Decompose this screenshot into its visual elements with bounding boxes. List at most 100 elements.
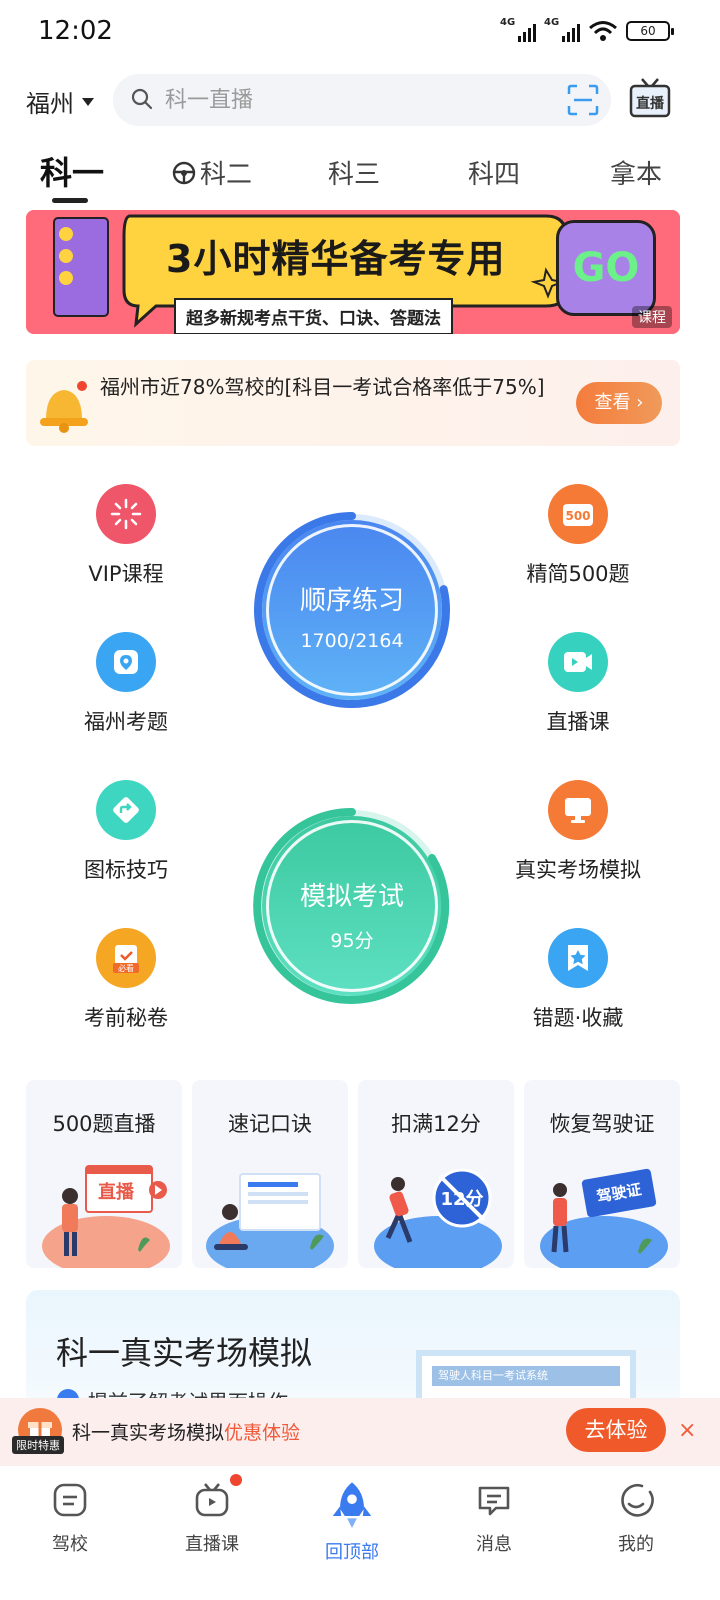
simplified-500-label: 精简500题 (526, 562, 630, 586)
vip-course-label: VIP课程 (88, 562, 164, 586)
exam-score: 95分 (330, 930, 374, 952)
banner[interactable]: 3小时精华备考专用 超多新规考点干货、口诀、答题法 GO 课程 (26, 210, 680, 334)
live-illustration: 直播 (42, 1165, 170, 1268)
nav-back-to-top-label: 回顶部 (325, 1542, 379, 1563)
caret-down-icon (82, 97, 94, 106)
banner-title: 3小时精华备考专用 (166, 237, 506, 281)
license-illustration: 驾驶证 (540, 1168, 668, 1268)
mnemonics-illustration (206, 1173, 334, 1268)
signal-icon: 4G (500, 17, 536, 42)
video-icon (548, 632, 608, 692)
network-type: 4G (500, 17, 516, 28)
nav-back-to-top[interactable]: 回顶部 (302, 1480, 402, 1564)
banner-tag: 课程 (632, 306, 672, 328)
nav-driving-school[interactable]: 驾校 (20, 1480, 120, 1556)
network-type-2: 4G (544, 17, 560, 28)
nav-messages[interactable]: 消息 (444, 1480, 544, 1556)
offer-text-main: 科一真实考场模拟 (72, 1422, 225, 1444)
promo-screen-text: 驾驶人科目一考试系统 (432, 1366, 620, 1386)
notification-dot (230, 1474, 242, 1486)
simplified-500[interactable]: 500 精简500题 (498, 484, 658, 588)
local-questions-label: 福州考题 (84, 710, 168, 734)
sign-tips[interactable]: 图标技巧 (46, 780, 206, 884)
search-icon (131, 88, 153, 110)
secret-papers-label: 考前秘卷 (84, 1006, 168, 1030)
real-exam-sim-label: 真实考场模拟 (515, 858, 641, 882)
card-mnemonics-title: 速记口诀 (228, 1112, 312, 1136)
live-course[interactable]: 直播课 (498, 632, 658, 736)
live-label: 直播 (636, 95, 665, 112)
search-input[interactable] (165, 74, 545, 126)
message-icon (478, 1486, 510, 1516)
status-time: 12:02 (38, 16, 113, 46)
local-questions[interactable]: 福州考题 (46, 632, 206, 736)
points-illustration: 12分 (374, 1168, 502, 1268)
nav-profile[interactable]: 我的 (586, 1480, 686, 1556)
card-12-points[interactable]: 扣满12分 12分 (358, 1080, 514, 1268)
card-12-points-title: 扣满12分 (391, 1112, 481, 1136)
pass-rate-notice[interactable]: 福州市近78%驾校的[科目一考试合格率低于75%] 查看 › (26, 360, 680, 446)
mock-exam[interactable]: 模拟考试 95分 (252, 806, 452, 1006)
card-restore-license[interactable]: 恢复驾驶证 驾驶证 (524, 1080, 680, 1268)
steering-wheel-icon (172, 161, 196, 184)
star-bookmark-icon (548, 928, 608, 988)
offer-badge: 限时特惠 (12, 1436, 64, 1454)
tv-icon (195, 1483, 229, 1517)
city-selector[interactable]: 福州 (26, 84, 94, 119)
school-icon (53, 1483, 87, 1517)
try-button[interactable]: 去体验 (566, 1408, 666, 1452)
offer-bar[interactable]: 限时特惠 科一真实考场模拟优惠体验 去体验 × (0, 1398, 720, 1466)
search-bar[interactable] (113, 74, 611, 126)
card-500-live-title: 500题直播 (52, 1112, 156, 1136)
rocket-icon (332, 1482, 372, 1528)
sequential-practice[interactable]: 顺序练习 1700/2164 (252, 510, 452, 710)
tab-license[interactable]: 拿本 (610, 154, 662, 191)
nav-profile-label: 我的 (618, 1534, 654, 1555)
location-icon (96, 632, 156, 692)
promo-title: 科一真实考场模拟 (56, 1334, 313, 1372)
view-button[interactable]: 查看 › (576, 382, 662, 424)
vip-course[interactable]: VIP课程 (46, 484, 206, 588)
offer-text: 科一真实考场模拟优惠体验 (72, 1418, 300, 1445)
tab-underline (52, 198, 88, 203)
card-500-live[interactable]: 500题直播 直播 (26, 1080, 182, 1268)
exam-title: 模拟考试 (299, 882, 404, 912)
tab-k2[interactable]: 科二 (172, 154, 252, 191)
battery-icon: 60 (626, 21, 674, 41)
bottom-nav: 驾校 直播课 回顶部 消息 我的 (0, 1466, 720, 1600)
status-bar: 12:02 4G 4G 60 (0, 0, 720, 66)
secret-papers[interactable]: 必看 考前秘卷 (46, 928, 206, 1032)
bell-icon (40, 381, 88, 433)
nav-live[interactable]: 直播课 (162, 1480, 262, 1556)
real-exam-sim[interactable]: 真实考场模拟 (498, 780, 658, 884)
header: 福州 直播 (0, 72, 720, 128)
live-tv-icon: 直播 (629, 78, 671, 118)
nav-messages-label: 消息 (476, 1534, 512, 1555)
clipboard-icon: 必看 (96, 928, 156, 988)
tab-k1[interactable]: 科一 (40, 148, 104, 194)
city-label: 福州 (26, 90, 74, 118)
subject-tabs: 科一 科二 科三 科四 拿本 (0, 146, 720, 206)
live-button[interactable]: 直播 (628, 76, 672, 120)
offer-text-accent: 优惠体验 (224, 1422, 301, 1444)
practice-title: 顺序练习 (299, 586, 404, 616)
tab-k2-label: 科二 (200, 160, 253, 190)
monitor-icon (548, 780, 608, 840)
close-icon[interactable]: × (678, 1418, 696, 1443)
sign-tips-label: 图标技巧 (84, 858, 168, 882)
scan-icon[interactable] (567, 84, 599, 116)
banner-go: GO (556, 220, 656, 316)
live-course-label: 直播课 (546, 710, 610, 734)
card-restore-license-title: 恢复驾驶证 (549, 1112, 655, 1136)
card-mnemonics[interactable]: 速记口诀 (192, 1080, 348, 1268)
wifi-icon (589, 21, 617, 41)
tab-k3[interactable]: 科三 (328, 154, 380, 191)
mistakes-favorites-label: 错题·收藏 (532, 1006, 624, 1030)
smile-icon (621, 1484, 654, 1517)
card-500-live-art: 直播 (98, 1181, 135, 1203)
direction-sign-icon (96, 780, 156, 840)
tab-k4[interactable]: 科四 (468, 154, 520, 191)
nav-live-label: 直播课 (185, 1534, 239, 1555)
mistakes-favorites[interactable]: 错题·收藏 (498, 928, 658, 1032)
svg-text:必看: 必看 (118, 963, 134, 973)
